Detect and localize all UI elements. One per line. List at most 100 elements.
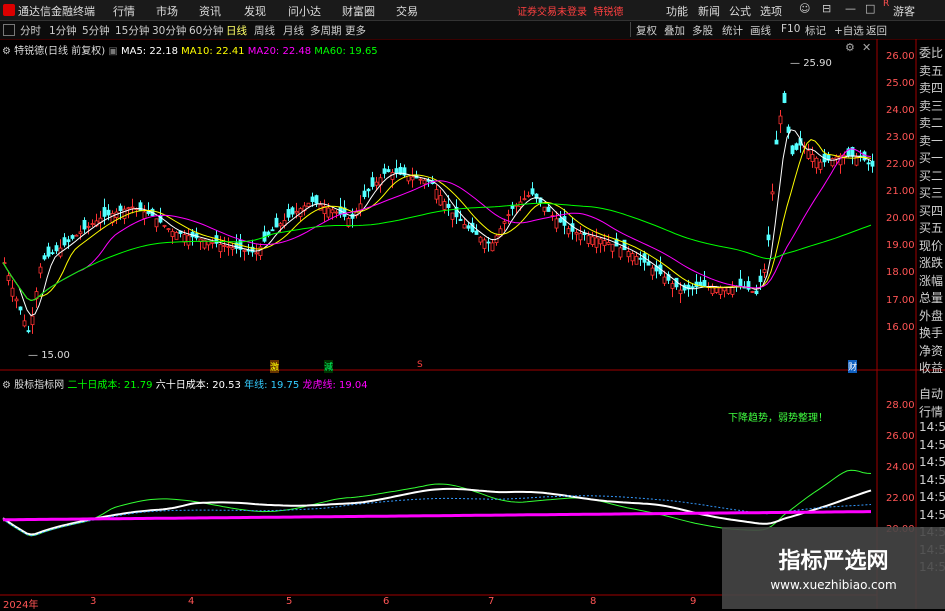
event-marker[interactable]: 激 <box>270 360 280 373</box>
side-panel-item[interactable]: 买一 <box>919 149 943 166</box>
tool-adjust[interactable]: 复权 <box>636 23 657 38</box>
side-panel-item[interactable]: 净资 <box>919 342 943 359</box>
candle-body <box>758 275 763 283</box>
side-panel-item[interactable]: 卖一 <box>919 132 943 149</box>
candle-body <box>434 189 439 200</box>
menu-formula[interactable]: 公式 <box>729 3 751 19</box>
gear-icon[interactable]: ⚙ <box>2 46 11 57</box>
guest-label[interactable]: 游客 <box>893 3 915 19</box>
tool-draw-line[interactable]: 画线 <box>750 23 771 38</box>
side-panel-item[interactable]: 买三 <box>919 184 943 201</box>
candle-body <box>566 228 571 235</box>
candle-body <box>662 276 667 284</box>
side-panel-item[interactable]: 收益 <box>919 359 943 376</box>
side-panel-lower-item[interactable]: 14:5 <box>919 490 945 504</box>
menu-options[interactable]: 选项 <box>760 3 782 19</box>
price-tick: 16.00 <box>886 322 915 333</box>
side-panel-lower-item[interactable]: 14:5 <box>919 438 945 452</box>
settings-icon[interactable]: ⚙ <box>845 41 855 54</box>
period-tab-more[interactable]: 更多 <box>345 23 366 38</box>
side-panel-lower-item[interactable]: 14:5 <box>919 473 945 487</box>
period-tab-daily[interactable]: 日线 <box>226 23 247 38</box>
side-panel-item[interactable]: 换手 <box>919 324 943 341</box>
minimize-icon[interactable]: — <box>845 2 856 15</box>
side-panel-item[interactable]: 卖五 <box>919 62 943 79</box>
side-panel-item[interactable]: 涨跌 <box>919 254 943 271</box>
period-tab-60min[interactable]: 60分钟 <box>189 23 223 38</box>
candle-body <box>126 207 131 210</box>
period-tab-5min[interactable]: 5分钟 <box>82 23 110 38</box>
side-panel-lower-item[interactable]: 14:5 <box>919 420 945 434</box>
side-panel-item[interactable]: 买四 <box>919 202 943 219</box>
candle-body <box>54 245 59 252</box>
menu-function[interactable]: 功能 <box>666 3 688 19</box>
tool-multi-stock[interactable]: 多股 <box>692 23 713 38</box>
candle-body <box>466 225 471 229</box>
tool-statistics[interactable]: 统计 <box>722 23 743 38</box>
period-tab-15min[interactable]: 15分钟 <box>115 23 149 38</box>
tool-back[interactable]: 返回 <box>866 23 887 38</box>
event-marker[interactable]: 财 <box>848 360 858 373</box>
side-panel-item[interactable]: 总量 <box>919 289 943 306</box>
side-panel-item[interactable]: 买二 <box>919 167 943 184</box>
menu-market-quotes[interactable]: 行情 <box>113 3 135 19</box>
menu-ask-xiaoda[interactable]: 问小达 <box>288 3 321 19</box>
tool-mark[interactable]: 标记 <box>805 23 826 38</box>
side-panel-lower-item[interactable]: 14:5 <box>919 508 945 522</box>
side-panel-item[interactable]: 买五 <box>919 219 943 236</box>
event-marker[interactable]: S <box>417 360 423 370</box>
candle-body <box>294 210 299 214</box>
legend-cost20: 二十日成本: 21.79 <box>67 380 153 391</box>
candle-body <box>774 139 779 145</box>
side-panel-item[interactable]: 卖二 <box>919 114 943 131</box>
side-panel-item[interactable]: 卖三 <box>919 97 943 114</box>
toggle-panel-icon[interactable] <box>3 24 15 36</box>
price-tick: 22.00 <box>886 159 915 170</box>
candle-body <box>650 267 655 276</box>
candle-body <box>806 150 811 159</box>
menu-wealth-circle[interactable]: 财富圈 <box>342 3 375 19</box>
indicator-gear-icon[interactable]: ⚙ <box>2 380 11 391</box>
lock-icon[interactable]: ⊟ <box>822 2 831 15</box>
toolbar-divider <box>630 22 631 37</box>
period-tab-multi[interactable]: 多周期 <box>310 23 342 38</box>
legend-toggle-icon[interactable]: ▣ <box>108 46 117 57</box>
side-panel-item[interactable]: 现价 <box>919 237 943 254</box>
close-icon[interactable]: ✕ <box>862 41 871 54</box>
side-panel-lower-item[interactable]: 14:5 <box>919 455 945 469</box>
menu-discover[interactable]: 发现 <box>244 3 266 19</box>
kline-chart[interactable] <box>0 39 945 609</box>
tool-f10[interactable]: F10 <box>781 23 800 35</box>
candle-body <box>486 241 491 244</box>
side-panel-item[interactable]: 外盘 <box>919 307 943 324</box>
user-icon[interactable]: ☺ <box>799 2 810 15</box>
side-panel-item[interactable]: 涨幅 <box>919 272 943 289</box>
login-notice[interactable]: 证券交易未登录 特锐德 <box>517 3 623 18</box>
period-tab-1min[interactable]: 1分钟 <box>49 23 77 38</box>
candle-body <box>10 287 15 297</box>
candle-body <box>106 209 111 216</box>
event-marker[interactable]: 減 <box>324 360 334 373</box>
candle-body <box>170 230 175 237</box>
tool-overlay[interactable]: 叠加 <box>664 23 685 38</box>
candle-body <box>542 206 547 212</box>
menu-market[interactable]: 市场 <box>156 3 178 19</box>
period-tab-intraday[interactable]: 分时 <box>20 23 41 38</box>
candle-body <box>738 278 743 287</box>
date-tick: 9 <box>690 596 697 607</box>
side-panel-item[interactable]: 委比 <box>919 44 943 61</box>
candle-body <box>766 234 771 241</box>
side-panel-lower-item[interactable]: 行情 <box>919 403 943 420</box>
menu-news[interactable]: 资讯 <box>199 3 221 19</box>
side-panel-item[interactable]: 卖四 <box>919 79 943 96</box>
indicator-tick: 22.00 <box>886 493 915 504</box>
menu-trade[interactable]: 交易 <box>396 3 418 19</box>
period-tab-monthly[interactable]: 月线 <box>283 23 304 38</box>
menu-news-right[interactable]: 新闻 <box>698 3 720 19</box>
side-panel-lower-item[interactable]: 自动 <box>919 385 943 402</box>
period-tab-30min[interactable]: 30分钟 <box>152 23 186 38</box>
period-tab-weekly[interactable]: 周线 <box>254 23 275 38</box>
tool-add-watchlist[interactable]: +自选 <box>834 23 864 38</box>
maximize-icon[interactable]: □ <box>865 2 875 15</box>
candle-body <box>166 228 171 231</box>
